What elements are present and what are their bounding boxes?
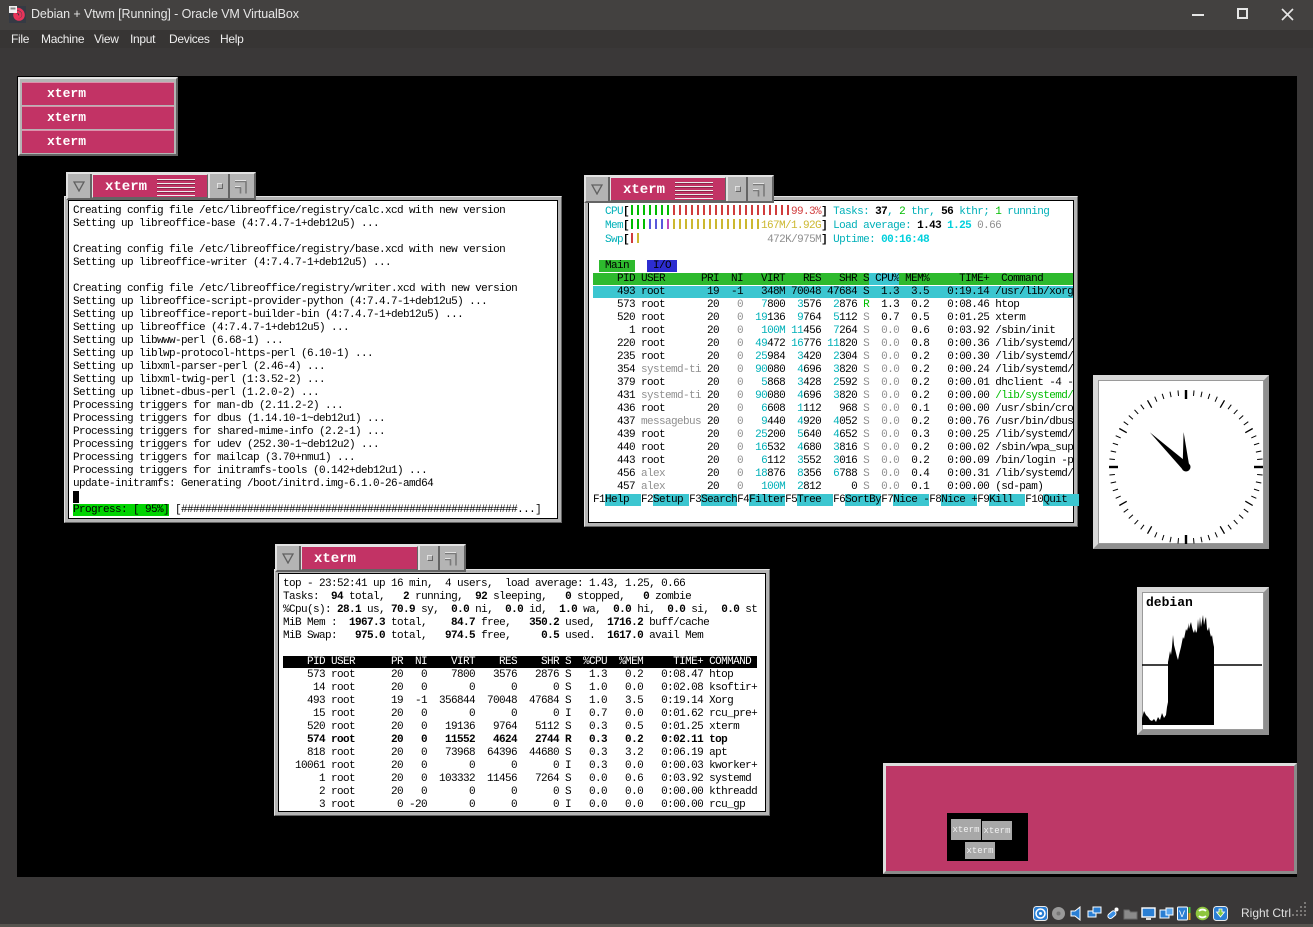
svg-text:V: V [1179, 909, 1185, 919]
